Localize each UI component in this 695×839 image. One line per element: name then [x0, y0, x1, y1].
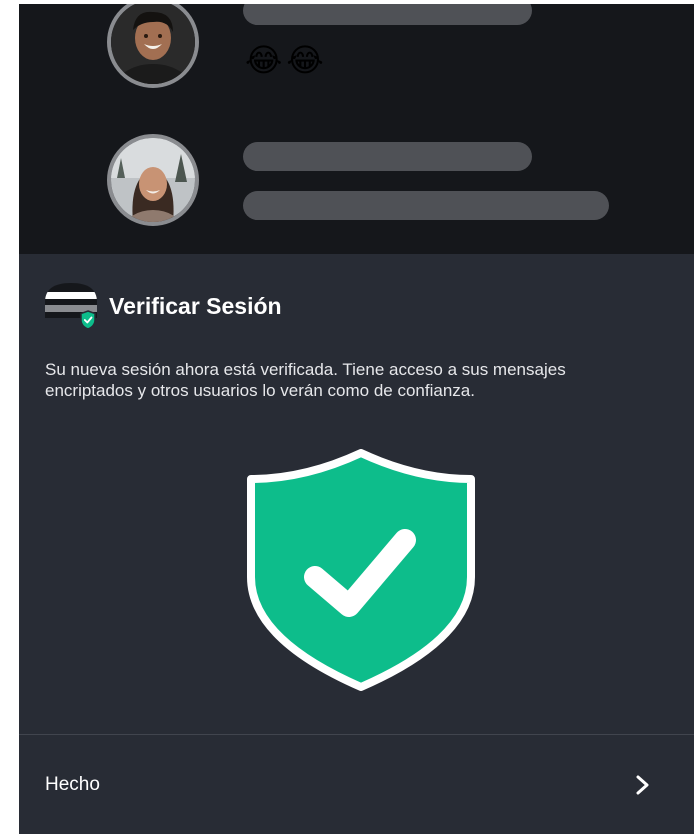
sheet-title: Verificar Sesión [109, 293, 282, 319]
laughing-emoji-icon: 😂 [286, 41, 324, 79]
done-button[interactable]: Hecho [19, 735, 694, 834]
avatar [107, 134, 199, 226]
chevron-right-icon [636, 775, 649, 794]
verification-description: Su nueva sesión ahora está verificada. T… [45, 360, 566, 400]
message-skeleton-line [243, 191, 609, 220]
message-skeleton-line [243, 4, 532, 25]
avatar [107, 4, 199, 88]
dimmed-chat-preview: 😂 😂 [19, 4, 694, 254]
shield-check-icon [245, 449, 477, 691]
message-skeleton-line [243, 142, 532, 171]
emoji-reaction-row: 😂 😂 [245, 40, 324, 80]
verification-bottom-sheet: Verificar Sesión Su nueva sesión ahora e… [19, 254, 694, 834]
device-verified-icon [45, 280, 97, 332]
laughing-emoji-icon: 😂 [245, 41, 283, 79]
sheet-header: Verificar Sesión [45, 280, 282, 332]
done-label: Hecho [45, 773, 100, 795]
screen: 😂 😂 Verificar Sesión Su nueva sesión aho… [19, 4, 694, 834]
